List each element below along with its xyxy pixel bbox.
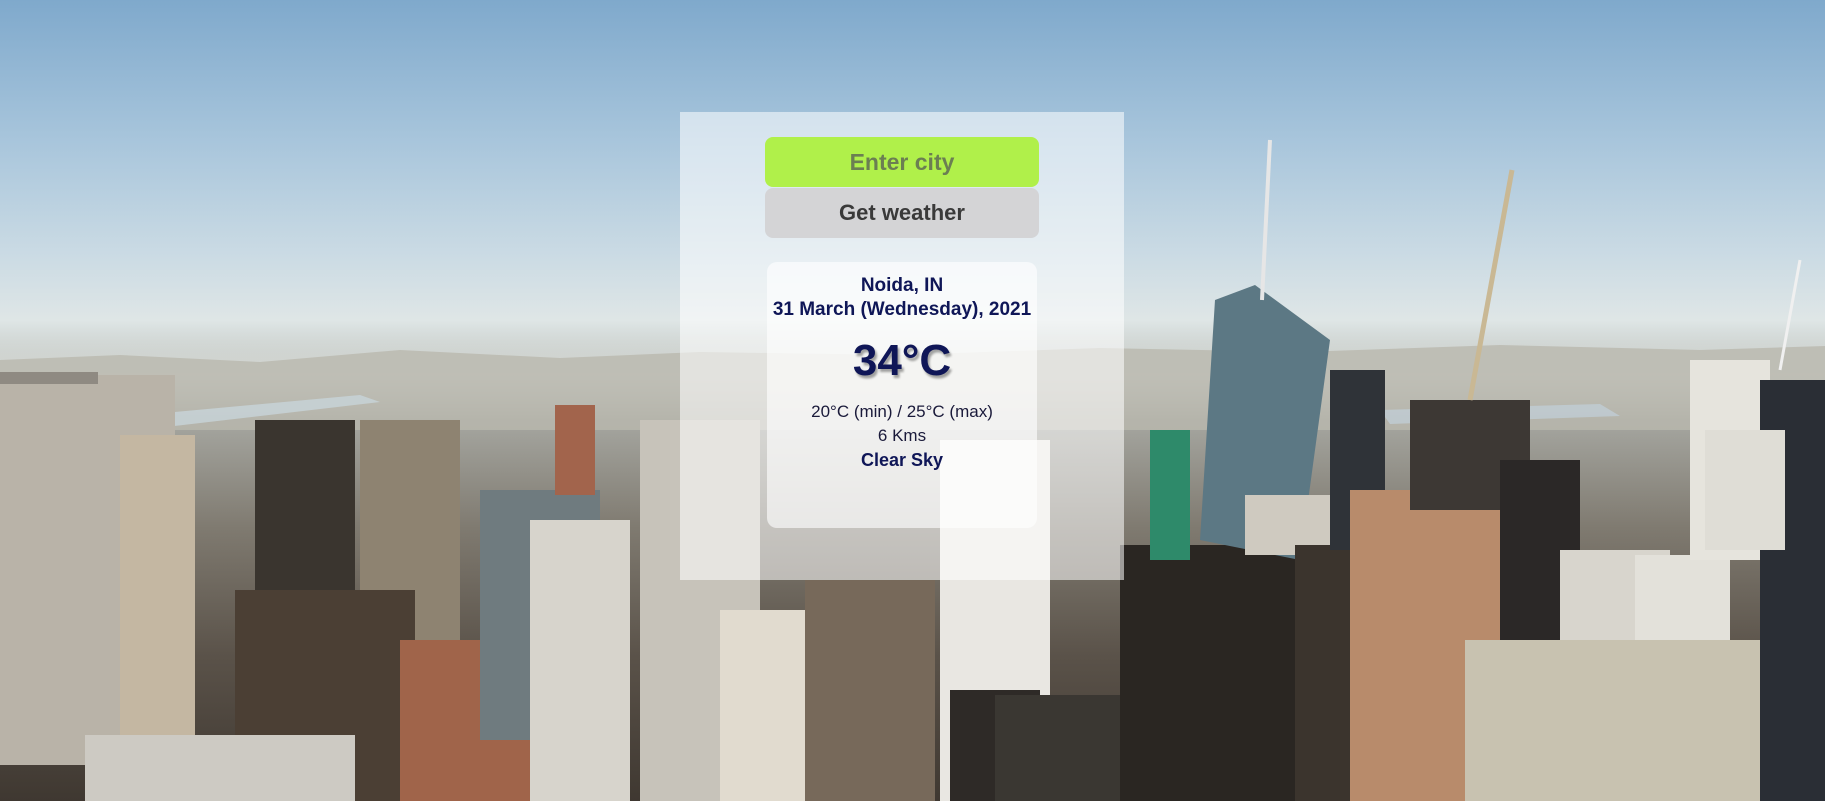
location-label: Noida, IN xyxy=(860,275,944,296)
weather-card: Get weather Noida, IN 31 March (Wednesda… xyxy=(680,112,1124,580)
background-scene: Get weather Noida, IN 31 March (Wednesda… xyxy=(0,0,1825,801)
get-weather-button[interactable]: Get weather xyxy=(765,188,1039,238)
min-max-temperature: 20°C (min) / 25°C (max) xyxy=(811,402,993,421)
city-input[interactable] xyxy=(765,137,1039,187)
weather-result-panel: Noida, IN 31 March (Wednesday), 2021 34°… xyxy=(767,262,1037,528)
date-label: 31 March (Wednesday), 2021 xyxy=(772,299,1032,320)
visibility-label: 6 Kms xyxy=(877,426,927,445)
temperature-label: 34°C xyxy=(852,336,952,385)
weather-description: Clear Sky xyxy=(860,450,944,470)
